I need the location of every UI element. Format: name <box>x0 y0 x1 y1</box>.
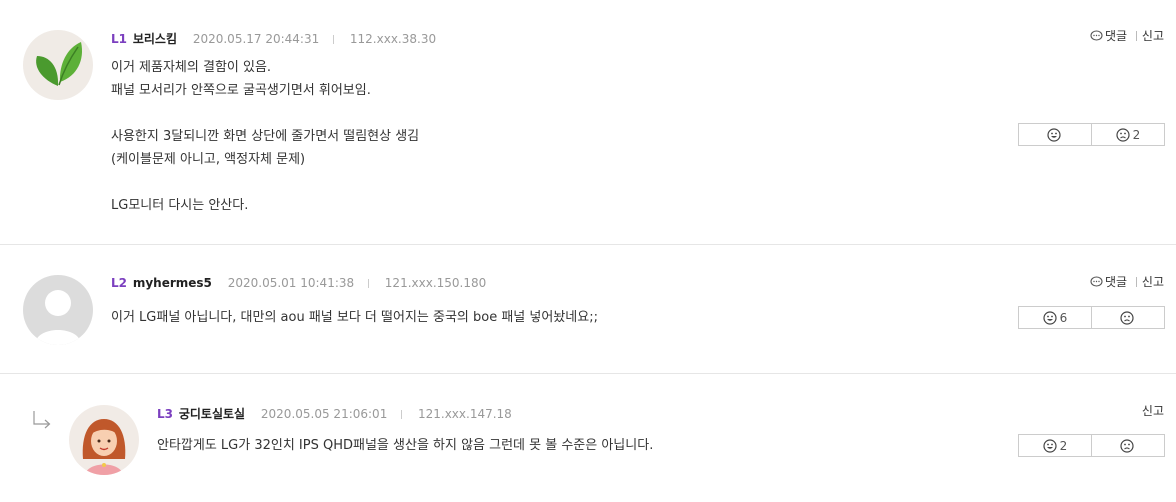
comment-date: 2020.05.01 10:41:38 <box>227 276 355 290</box>
vote-box: 2 <box>1018 434 1165 457</box>
frown-face-icon <box>1119 310 1134 325</box>
reply-comment-item: L3 궁디토실토실 2020.05.05 21:06:01 121.xxx.14… <box>0 374 1176 502</box>
comment-actions: 댓글 신고 <box>1090 27 1164 44</box>
comment-line: (케이블문제 아니고, 액정자체 문제) <box>111 152 306 167</box>
comment-date: 2020.05.17 20:44:31 <box>192 32 320 46</box>
user-silhouette-icon <box>35 290 81 345</box>
speech-bubble-icon <box>1090 30 1103 41</box>
comment-item: L2 myhermes5 2020.05.01 10:41:38 121.xxx… <box>0 245 1176 374</box>
divider <box>401 410 403 419</box>
comment-line: 사용한지 3달되니깐 화면 상단에 줄가면서 떨림현상 생김 <box>111 129 420 144</box>
reply-arrow-icon <box>33 411 51 429</box>
comment-body: 이거 제품자체의 결함이 있음. 패널 모서리가 안쪽으로 굴곡생기면서 휘어보… <box>111 56 419 217</box>
comment-body: 안타깝게도 LG가 32인치 IPS QHD패널을 생산을 하지 않음 그런데 … <box>157 434 653 457</box>
frown-face-icon <box>1119 438 1134 453</box>
level-badge: L1 <box>111 32 127 46</box>
comment-line <box>111 171 419 194</box>
leaf-icon <box>36 42 83 86</box>
comment-line: 패널 모서리가 안쪽으로 굴곡생기면서 휘어보임. <box>111 83 371 98</box>
like-count: 2 <box>1059 438 1068 453</box>
dislike-button[interactable]: 2 <box>1091 124 1164 145</box>
report-button[interactable]: 신고 <box>1142 29 1164 43</box>
divider <box>1135 277 1137 287</box>
comment-actions: 댓글 신고 <box>1090 273 1164 290</box>
comment-line: 이거 제품자체의 결함이 있음. <box>111 60 272 75</box>
divider <box>333 35 335 44</box>
dislike-count: 2 <box>1132 127 1141 142</box>
like-button[interactable] <box>1019 124 1091 145</box>
vote-box: 6 <box>1018 306 1165 329</box>
dislike-button[interactable] <box>1091 435 1164 456</box>
comment-line: 이거 LG패널 아닙니다, 대만의 aou 패널 보다 더 떨어지는 중국의 b… <box>111 310 598 325</box>
avatar-girl <box>69 405 139 475</box>
reply-label: 댓글 <box>1104 29 1128 43</box>
speech-bubble-icon <box>1090 276 1103 287</box>
comment-meta: L2 myhermes5 2020.05.01 10:41:38 121.xxx… <box>111 276 486 290</box>
comment-item: L1 보리스킴 2020.05.17 20:44:31 112.xxx.38.3… <box>0 0 1176 245</box>
smile-face-icon <box>1043 438 1057 453</box>
comment-body: 이거 LG패널 아닙니다, 대만의 aou 패널 보다 더 떨어지는 중국의 b… <box>111 306 598 329</box>
author-name[interactable]: myhermes5 <box>133 276 212 290</box>
comment-ip: 112.xxx.38.30 <box>349 32 437 46</box>
smile-face-icon <box>1043 310 1057 325</box>
comment-line: LG모니터 다시는 안산다. <box>111 198 249 213</box>
report-button[interactable]: 신고 <box>1142 404 1164 418</box>
level-badge: L2 <box>111 276 127 290</box>
divider <box>1135 31 1137 41</box>
comment-date: 2020.05.05 21:06:01 <box>260 407 388 421</box>
comment-ip: 121.xxx.150.180 <box>384 276 487 290</box>
avatar-default <box>23 275 93 345</box>
dislike-button[interactable] <box>1091 307 1164 328</box>
avatar-leaf <box>23 30 93 100</box>
vote-box: 2 <box>1018 123 1165 146</box>
reply-label: 댓글 <box>1104 275 1128 289</box>
report-button[interactable]: 신고 <box>1142 275 1164 289</box>
author-name[interactable]: 궁디토실토실 <box>179 407 245 421</box>
comment-line: 안타깝게도 LG가 32인치 IPS QHD패널을 생산을 하지 않음 그런데 … <box>157 438 654 453</box>
like-count: 6 <box>1059 310 1068 325</box>
reply-button[interactable]: 댓글 <box>1090 275 1131 289</box>
like-button[interactable]: 2 <box>1019 435 1091 456</box>
comment-ip: 121.xxx.147.18 <box>417 407 512 421</box>
level-badge: L3 <box>157 407 173 421</box>
comment-line <box>111 102 419 125</box>
divider <box>367 279 369 288</box>
reply-button[interactable]: 댓글 <box>1090 29 1131 43</box>
girl-avatar-icon <box>82 419 126 475</box>
comment-meta: L3 궁디토실토실 2020.05.05 21:06:01 121.xxx.14… <box>157 405 512 422</box>
comment-actions: 신고 <box>1142 402 1164 419</box>
frown-face-icon <box>1116 127 1130 142</box>
smile-face-icon <box>1046 127 1061 142</box>
author-name[interactable]: 보리스킴 <box>133 32 177 46</box>
like-button[interactable]: 6 <box>1019 307 1091 328</box>
comment-meta: L1 보리스킴 2020.05.17 20:44:31 112.xxx.38.3… <box>111 30 436 47</box>
